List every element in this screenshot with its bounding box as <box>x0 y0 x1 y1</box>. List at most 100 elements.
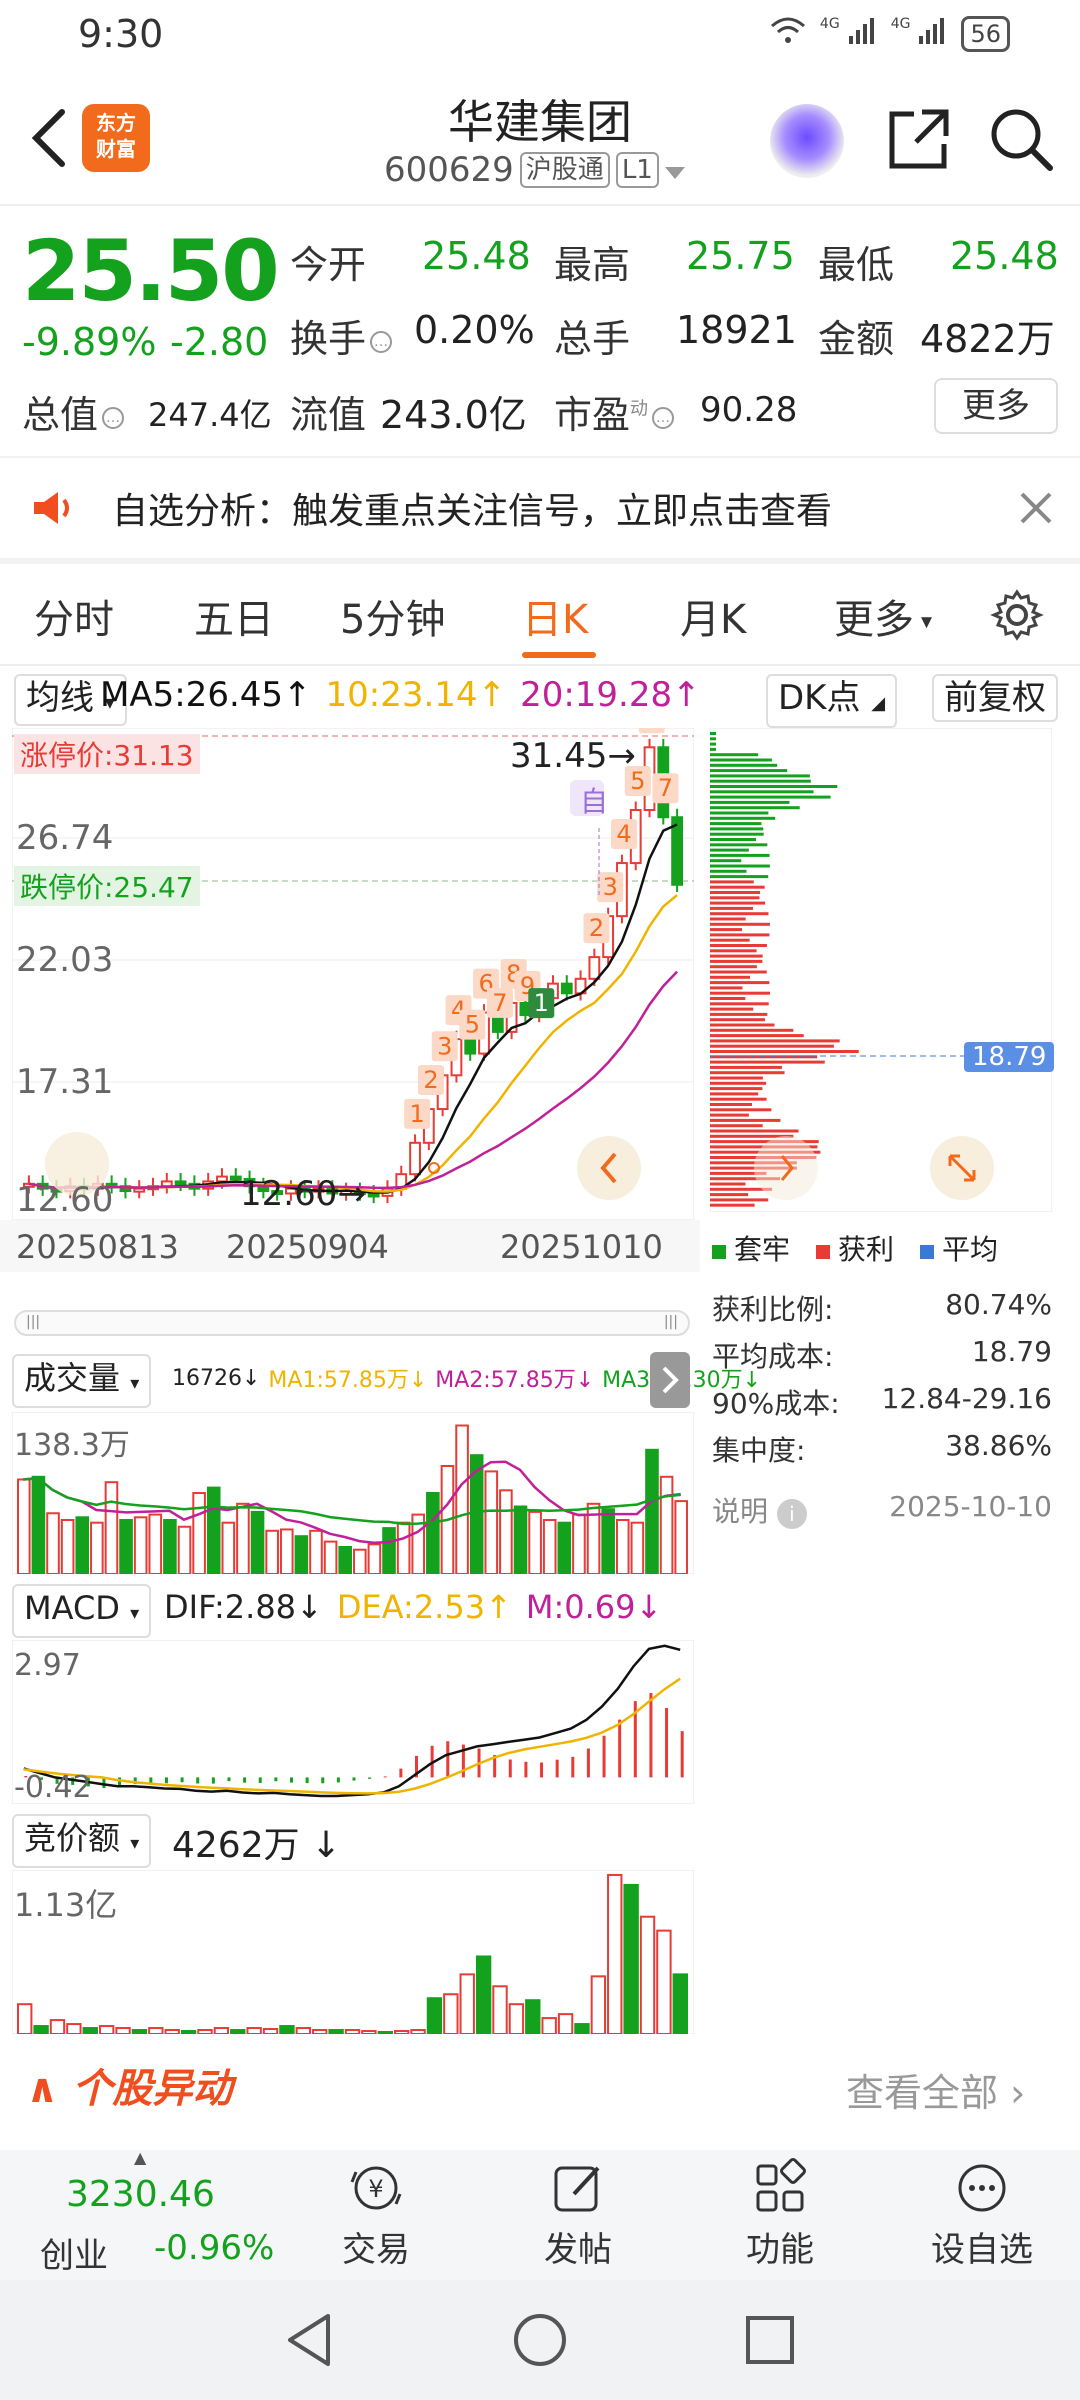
auction-bar <box>164 2029 180 2034</box>
macd-min-label: -0.42 <box>14 1770 92 1805</box>
chip-bar <box>710 991 770 995</box>
status-time: 9:30 <box>78 12 164 56</box>
volume-bar <box>338 1546 352 1574</box>
chip-bar <box>710 959 763 963</box>
view-all-link[interactable]: 查看全部 › <box>846 2062 1025 2117</box>
chip-bar <box>710 1012 768 1016</box>
volume-bar <box>353 1548 367 1574</box>
share-icon[interactable] <box>884 104 954 174</box>
auction-bar <box>115 2027 131 2034</box>
volume-bar <box>367 1543 382 1574</box>
stock-code-row[interactable]: 600629 沪股通 L1 <box>384 150 685 190</box>
nav-add-watchlist[interactable]: 设自选 <box>912 2158 1052 2271</box>
signal-number: 2 <box>423 1066 438 1094</box>
system-recents-icon[interactable] <box>744 2314 796 2366</box>
auction-bar <box>82 2027 98 2034</box>
chip-bar <box>710 1044 834 1048</box>
nav-post[interactable]: 发帖 <box>508 2158 648 2271</box>
turnover-label: 换手… <box>290 308 396 363</box>
more-button[interactable]: 更多 <box>934 378 1058 434</box>
chip-bar <box>710 896 760 900</box>
nav-label: 设自选 <box>931 2230 1033 2270</box>
slider-handle-right[interactable]: ||| <box>664 1314 678 1330</box>
expand-panel-button[interactable] <box>650 1352 690 1408</box>
index-value[interactable]: 3230.46 <box>66 2174 215 2215</box>
more-dots-icon <box>958 2164 1006 2212</box>
chip-bar <box>710 753 759 757</box>
movers-title[interactable]: ∧ 个股异动 <box>26 2056 232 2114</box>
tab-minute[interactable]: 分时 <box>34 587 114 645</box>
chip-bar <box>710 975 750 979</box>
chip-bar <box>710 901 766 905</box>
system-home-icon[interactable] <box>512 2312 568 2368</box>
macd-m: M:0.69↓ <box>525 1588 663 1626</box>
chip-bar <box>710 779 811 783</box>
index-toggle-icon[interactable]: ▲ <box>134 2148 146 2167</box>
turnover-value: 0.20% <box>414 308 535 352</box>
prev-arrow-icon[interactable] <box>577 1136 641 1200</box>
chip-bar <box>710 747 716 751</box>
banner-text[interactable]: 自选分析：触发重点关注信号，立即点击查看 <box>112 482 832 534</box>
date-label: 20250813 <box>16 1228 179 1266</box>
chip-bar <box>710 922 770 926</box>
chip-bar <box>710 965 757 969</box>
nav-trade[interactable]: ¥ 交易 <box>306 2158 446 2271</box>
tab-monthly-k[interactable]: 月K <box>680 587 746 645</box>
svg-text:¥: ¥ <box>368 2175 383 2203</box>
nav-functions[interactable]: 功能 <box>710 2158 850 2271</box>
volume-bar <box>60 1519 75 1574</box>
volume-bar <box>309 1529 323 1574</box>
gear-icon[interactable] <box>990 588 1044 642</box>
nav-label: 发帖 <box>544 2230 612 2270</box>
tab-5min[interactable]: 5分钟 <box>340 587 445 645</box>
chip-bar <box>710 954 763 958</box>
info-icon[interactable]: … <box>652 406 675 429</box>
chip-bar <box>710 1087 763 1091</box>
volume-bar <box>513 1505 528 1574</box>
date-label: 20250904 <box>226 1228 389 1266</box>
legend-average: 平均 <box>920 1228 998 1268</box>
low-mark: 12.60→ <box>240 1174 366 1214</box>
chip-stat-value: 12.84-29.16 <box>881 1382 1052 1415</box>
slider-handle-left[interactable]: ||| <box>26 1314 40 1330</box>
index-name[interactable]: 创业 <box>40 2228 108 2277</box>
close-icon[interactable] <box>1016 488 1056 528</box>
auction-select[interactable]: 竞价额 ▾ <box>12 1814 152 1868</box>
volume-bar <box>221 1521 236 1574</box>
chip-bar <box>710 906 754 910</box>
macd-values: DIF:2.88↓ DEA:2.53↑ M:0.69↓ <box>164 1588 662 1626</box>
info-icon[interactable]: … <box>102 406 125 429</box>
macd-select[interactable]: MACD ▾ <box>12 1584 152 1638</box>
auction-bar <box>295 2027 312 2034</box>
ai-assistant-icon[interactable] <box>770 104 844 178</box>
volume-bar <box>177 1525 192 1574</box>
tab-5day[interactable]: 五日 <box>194 587 274 645</box>
level-tag: L1 <box>615 152 659 188</box>
search-icon[interactable] <box>986 104 1056 174</box>
tab-more[interactable]: 更多 ▾ <box>834 587 932 645</box>
chip-bar <box>710 997 746 1000</box>
volume-bar <box>236 1502 250 1574</box>
tab-daily-k[interactable]: 日K <box>522 587 588 645</box>
mktcap-value: 247.4亿 <box>148 396 272 434</box>
chip-bar <box>710 912 769 916</box>
volume-indicator-select[interactable]: 成交量 ▾ <box>12 1354 152 1408</box>
chip-bar <box>710 869 747 873</box>
chip-bar <box>710 949 757 953</box>
chip-bar <box>710 859 742 863</box>
auction-bar <box>148 2027 164 2034</box>
adjust-select[interactable]: 前复权 <box>932 674 1058 722</box>
info-icon[interactable]: … <box>370 330 393 353</box>
signal-number: 7 <box>492 989 507 1017</box>
system-back-icon[interactable] <box>282 2310 338 2370</box>
float-value: 243.0亿 <box>380 393 527 437</box>
auction-bar <box>312 2029 328 2034</box>
index-percent[interactable]: -0.96% <box>154 2228 274 2268</box>
chip-note-link[interactable]: 说明 i <box>712 1490 807 1530</box>
dk-point-select[interactable]: DK点 ◢ <box>766 674 898 728</box>
macd-dea: DEA:2.53↑ <box>336 1588 512 1626</box>
chip-bar <box>710 848 749 852</box>
chip-bar <box>710 795 831 799</box>
chip-bar <box>710 986 743 990</box>
range-slider[interactable]: ||| ||| <box>14 1310 690 1336</box>
